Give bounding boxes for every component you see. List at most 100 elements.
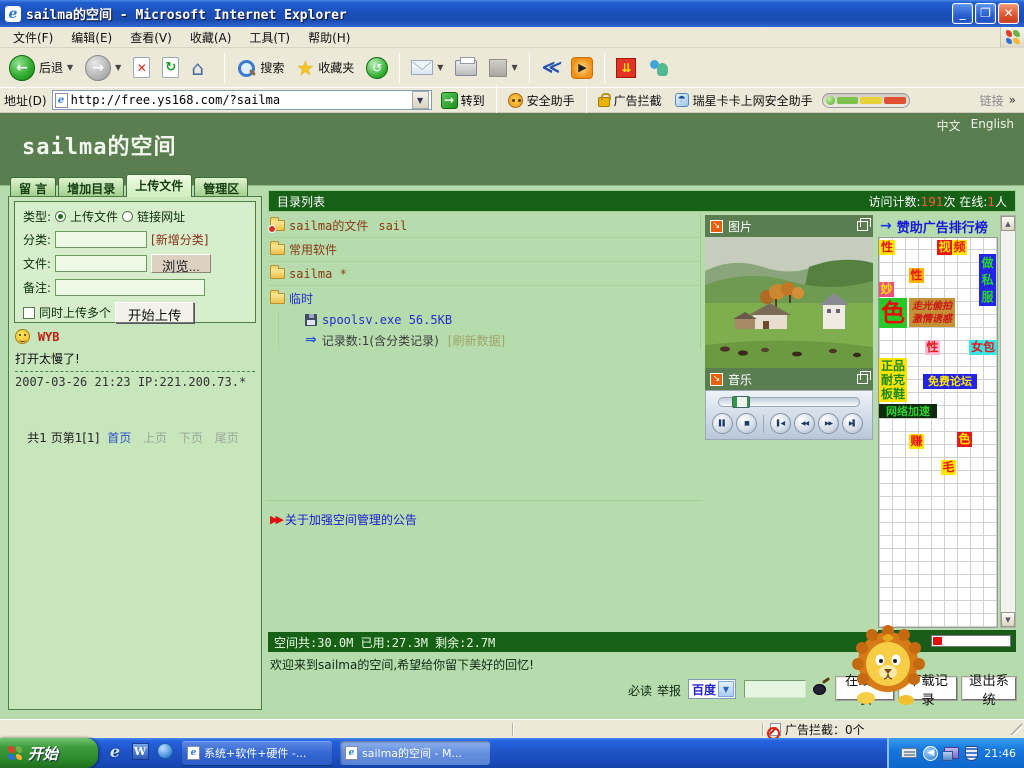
quicklaunch-ie-icon[interactable]: e [106,742,124,760]
task-button-sailma[interactable]: e sailma的空间 - M... [340,741,490,765]
menu-file[interactable]: 文件(F) [4,27,62,48]
note-input[interactable] [55,279,205,296]
messenger-button[interactable] [645,56,673,80]
file-input[interactable] [55,255,147,272]
tab-upload-file[interactable]: 上传文件 [126,174,192,197]
stop-playback-button[interactable]: ■ [736,413,757,434]
links-chevron-icon[interactable]: » [1009,93,1016,107]
tab-guestbook[interactable]: 留 言 [10,177,56,197]
minimize-button[interactable]: _ [952,3,973,24]
forward-dropdown-icon[interactable]: ▼ [115,63,121,72]
lang-english-link[interactable]: English [971,117,1014,134]
quicklaunch-app-icon[interactable] [156,742,174,760]
seek-thumb[interactable] [732,396,750,408]
start-button[interactable]: 开始 [0,738,98,768]
search-button[interactable]: 搜索 [233,56,287,80]
ad-block-button[interactable]: 广告拦截 [594,91,666,110]
new-category-link[interactable]: [新增分类] [151,231,208,248]
fast-forward-button[interactable]: ▶▶ [818,413,839,434]
mail-button[interactable]: ▼ [408,58,446,77]
menu-tools[interactable]: 工具(T) [240,27,299,48]
multi-upload-checkbox[interactable] [23,307,35,319]
must-read-link[interactable]: 必读 [628,682,652,699]
ad-link-12[interactable]: 赚 [909,434,924,449]
ad-link-11[interactable]: 网络加速 [879,404,937,418]
back-dropdown-icon[interactable]: ▼ [67,63,73,72]
keyboard-tray-icon[interactable] [901,748,917,758]
folder-row-software[interactable]: 常用软件 [268,238,700,262]
notice-link[interactable]: 关于加强空间管理的公告 [285,511,417,528]
ad-link-0[interactable]: 性 [879,240,895,255]
first-page-link[interactable]: 首页 [107,431,131,445]
lang-chinese-link[interactable]: 中文 [937,117,961,134]
links-label[interactable]: 链接 [980,92,1004,109]
ad-link-14[interactable]: 毛 [941,460,956,475]
address-dropdown-icon[interactable]: ▼ [412,91,429,109]
scroll-up-icon[interactable]: ▲ [1001,216,1015,231]
media-button[interactable]: ▶ [568,55,596,81]
flashget-button[interactable]: ⇊ [613,56,639,80]
ad-link-5[interactable]: 色 [879,298,907,328]
next-track-button[interactable]: ▶▌ [842,413,863,434]
menu-edit[interactable]: 编辑(E) [62,27,121,48]
home-button[interactable]: ⌂ [188,56,216,80]
report-link[interactable]: 举报 [657,682,681,699]
refresh-button[interactable]: ↻ [159,55,182,80]
logout-button[interactable]: 退出系统 [962,677,1016,700]
thunder-button[interactable]: ≪ [538,55,563,80]
search-pan-icon[interactable] [812,679,830,695]
music-restore-icon[interactable] [857,374,868,384]
category-input[interactable] [55,231,147,248]
ad-link-2[interactable]: 做私服 [979,254,996,306]
history-button[interactable]: ↺ [363,55,391,81]
previous-track-button[interactable]: ▌◀ [770,413,791,434]
rewind-button[interactable]: ◀◀ [794,413,815,434]
radio-link-url[interactable] [122,211,133,222]
start-upload-button[interactable]: 开始上传 [115,302,194,323]
resize-grip[interactable] [1010,723,1022,735]
folder-row-sailma[interactable]: sailma * [268,262,700,286]
ad-link-8[interactable]: 女包 [969,340,997,355]
quicklaunch-word-icon[interactable]: W [131,742,149,760]
radio-upload-file[interactable] [55,211,66,222]
site-search-input[interactable] [744,680,806,698]
pause-button[interactable]: ▌▌ [712,413,733,434]
back-button[interactable]: ← 后退 ▼ [6,53,76,83]
picture-restore-icon[interactable] [857,221,868,231]
tab-add-folder[interactable]: 增加目录 [58,177,124,197]
close-button[interactable]: ✕ [998,3,1019,24]
ad-link-6[interactable]: 走光偷拍 激情诱惑 [909,298,955,327]
search-engine-select[interactable]: 百度 ▼ [688,679,736,699]
kaka-assistant-button[interactable]: ☂ 瑞星卡卡上网安全助手 [671,91,817,110]
ad-link-3[interactable]: 性 [909,268,924,283]
file-row-spoolsv[interactable]: spoolsv.exe 56.5KB [305,310,700,330]
menu-help[interactable]: 帮助(H) [299,27,359,48]
address-input[interactable] [71,93,409,107]
ads-scrollbar[interactable]: ▲ ▼ [1000,215,1016,628]
scroll-down-icon[interactable]: ▼ [1001,612,1015,627]
tab-admin[interactable]: 管理区 [194,177,248,197]
browse-button[interactable]: 浏览... [151,254,211,273]
menu-favorites[interactable]: 收藏(A) [181,27,241,48]
ad-link-4[interactable]: 妙 [879,282,894,297]
refresh-data-link[interactable]: [刷新数据] [448,332,505,349]
maximize-button[interactable]: ❐ [975,3,996,24]
hide-icons-icon[interactable]: ◀ [923,746,938,761]
print-button[interactable] [452,58,480,78]
menu-view[interactable]: 查看(V) [121,27,181,48]
stop-button[interactable]: ✕ [130,55,153,80]
network-tray-icon[interactable] [944,747,959,759]
go-button[interactable]: → 转到 [437,91,489,110]
folder-row-temp[interactable]: 临时 [268,286,700,310]
security-helper-button[interactable]: 安全助手 [504,91,579,110]
ad-link-13[interactable]: 色 [957,432,972,447]
folder-row-root[interactable]: sailma的文件 sail [268,214,700,238]
ad-link-9[interactable]: 正品耐克板鞋 [879,358,907,402]
edit-button[interactable]: ▼ [486,57,520,79]
ad-link-10[interactable]: 免费论坛 [923,374,977,389]
antivirus-tray-icon[interactable] [965,746,978,761]
ad-link-1[interactable]: 视频 [937,240,967,255]
task-button-system[interactable]: e 系统+软件+硬件 -... [182,741,332,765]
ad-link-7[interactable]: 性 [925,340,940,355]
forward-button[interactable]: → ▼ [82,53,124,83]
